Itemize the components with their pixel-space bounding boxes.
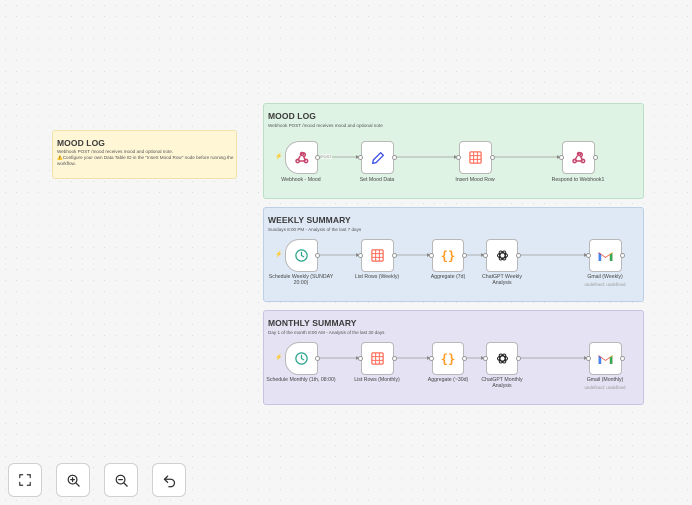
node-webhook-mood[interactable] [285, 141, 318, 174]
output-handle[interactable] [516, 356, 521, 361]
zoom-in-button[interactable] [56, 463, 90, 497]
webhook-icon [571, 151, 585, 163]
node-respond-to-webhook[interactable] [562, 141, 595, 174]
node-gmail-monthly[interactable] [589, 342, 622, 375]
node-label: Webhook - Mood [281, 177, 321, 183]
input-handle[interactable] [483, 356, 488, 361]
webhook-icon [294, 151, 308, 163]
node-schedule-weekly[interactable] [285, 239, 318, 272]
node-insert-mood-row[interactable] [459, 141, 492, 174]
node-subtitle: undefined: undefined [584, 282, 626, 287]
output-handle[interactable] [315, 253, 320, 258]
output-handle[interactable] [392, 253, 397, 258]
output-handle[interactable] [593, 155, 598, 160]
gmail-icon [598, 251, 613, 261]
input-handle[interactable] [586, 253, 591, 258]
node-schedule-monthly[interactable] [285, 342, 318, 375]
output-handle[interactable] [315, 155, 320, 160]
clock-icon [295, 249, 308, 262]
undo-icon [163, 475, 175, 487]
node-set-mood-data[interactable] [361, 141, 394, 174]
undo-button[interactable] [152, 463, 186, 497]
output-handle[interactable] [462, 253, 467, 258]
node-chatgpt-monthly[interactable] [486, 342, 518, 375]
table-icon [371, 249, 384, 262]
table-icon [469, 151, 482, 164]
trigger-bolt-icon: ⚡ [275, 154, 283, 160]
node-label: ChatGPT Monthly Analysis [481, 377, 523, 390]
trigger-bolt-icon: ⚡ [275, 355, 283, 361]
node-list-rows-monthly[interactable] [361, 342, 394, 375]
input-handle[interactable] [429, 356, 434, 361]
zoom-out-button[interactable] [104, 463, 138, 497]
input-handle[interactable] [358, 253, 363, 258]
gmail-icon [598, 354, 613, 364]
node-label: Schedule Monthly (1th, 08:00) [266, 377, 336, 383]
output-handle[interactable] [392, 155, 397, 160]
output-handle[interactable] [392, 356, 397, 361]
output-handle[interactable] [516, 253, 521, 258]
output-handle[interactable] [315, 356, 320, 361]
input-handle[interactable] [483, 253, 488, 258]
input-handle[interactable] [456, 155, 461, 160]
node-gmail-weekly[interactable] [589, 239, 622, 272]
trigger-bolt-icon: ⚡ [275, 252, 283, 258]
input-handle[interactable] [358, 155, 363, 160]
openai-icon [496, 250, 508, 261]
braces-icon: {} [440, 351, 456, 366]
input-handle[interactable] [358, 356, 363, 361]
node-chatgpt-weekly[interactable] [486, 239, 518, 272]
zoom-in-icon [67, 474, 80, 487]
zoom-out-icon [115, 474, 128, 487]
output-handle[interactable] [462, 356, 467, 361]
table-icon [371, 352, 384, 365]
output-handle[interactable] [490, 155, 495, 160]
clock-icon [295, 352, 308, 365]
node-label: List Rows (Weekly) [354, 274, 400, 280]
node-subtitle: undefined: undefined [584, 385, 626, 390]
node-label: Schedule Weekly (SUNDAY 20:00) [268, 274, 334, 287]
openai-icon [496, 353, 508, 364]
node-label: Respond to Webhook1 [551, 177, 605, 183]
input-handle[interactable] [559, 155, 564, 160]
input-handle[interactable] [429, 253, 434, 258]
node-list-rows-weekly[interactable] [361, 239, 394, 272]
fit-view-icon [19, 474, 31, 486]
node-label: Insert Mood Row [455, 177, 495, 183]
fit-view-button[interactable] [8, 463, 42, 497]
node-label: List Rows (Monthly) [354, 377, 400, 383]
node-aggregate-weekly[interactable]: {} [432, 239, 464, 272]
output-handle[interactable] [620, 356, 625, 361]
edge-label-post: POST [321, 154, 332, 159]
node-label: Set Mood Data [359, 177, 395, 183]
node-aggregate-monthly[interactable]: {} [432, 342, 464, 375]
input-handle[interactable] [586, 356, 591, 361]
node-label: Gmail (Weekly) [587, 274, 623, 280]
pencil-icon [371, 151, 384, 164]
output-handle[interactable] [620, 253, 625, 258]
node-label: Gmail (Monthly) [586, 377, 624, 383]
node-label: ChatGPT Weekly Analysis [482, 274, 522, 287]
braces-icon: {} [440, 248, 456, 263]
